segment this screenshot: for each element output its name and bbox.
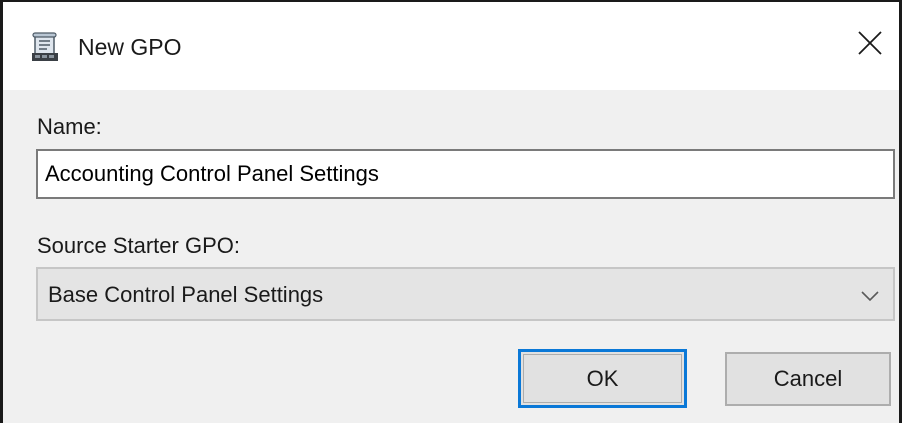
title-bar: New GPO xyxy=(3,2,899,90)
close-icon xyxy=(857,30,883,61)
ok-button[interactable]: OK xyxy=(518,349,687,408)
ok-button-label: OK xyxy=(586,365,619,391)
chevron-down-icon xyxy=(859,285,881,307)
cancel-button-label: Cancel xyxy=(773,366,843,391)
dialog-title: New GPO xyxy=(78,34,182,60)
gpo-scroll-icon xyxy=(32,32,60,62)
source-starter-gpo-label: Source Starter GPO: xyxy=(37,233,240,258)
new-gpo-dialog: New GPO Name: Source Starter GPO: Base C… xyxy=(0,0,902,423)
name-label: Name: xyxy=(37,114,102,139)
name-input[interactable] xyxy=(36,149,895,199)
source-starter-gpo-value: Base Control Panel Settings xyxy=(48,282,324,307)
cancel-button[interactable]: Cancel xyxy=(725,352,891,406)
source-starter-gpo-select[interactable]: Base Control Panel Settings xyxy=(36,267,895,321)
close-button[interactable] xyxy=(845,20,895,70)
